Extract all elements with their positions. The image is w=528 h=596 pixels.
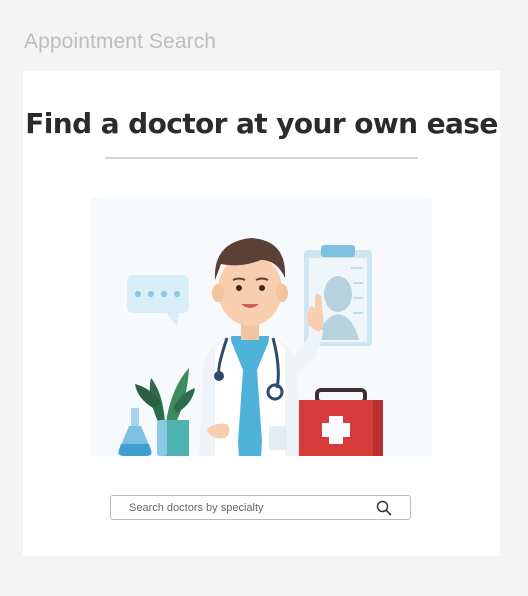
title-divider <box>105 157 418 159</box>
search-icon[interactable] <box>376 500 392 516</box>
search-box[interactable] <box>110 495 411 520</box>
doctor-illustration <box>91 198 432 456</box>
search-card: Find a doctor at your own ease <box>23 71 500 556</box>
page-heading: Appointment Search <box>24 30 217 53</box>
card-title: Find a doctor at your own ease <box>25 107 498 140</box>
search-input[interactable] <box>111 496 391 519</box>
page: Appointment Search Find a doctor at your… <box>0 0 528 596</box>
